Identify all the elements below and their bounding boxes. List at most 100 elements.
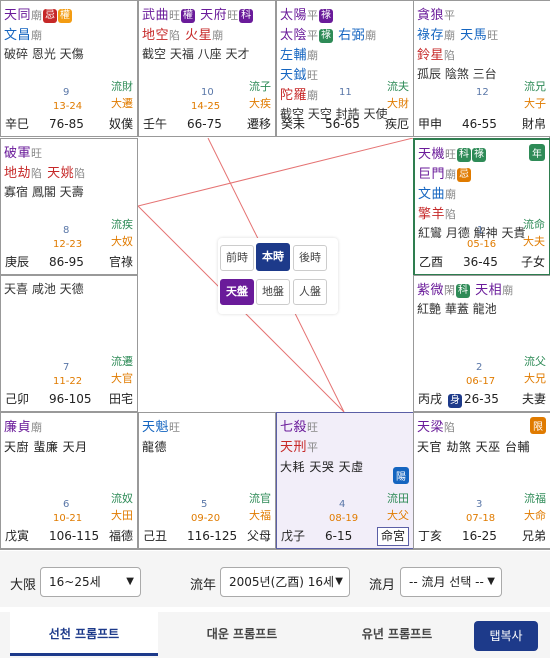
copy-tab-button[interactable]: 탭복사	[474, 621, 538, 651]
earth-board-button[interactable]: 地盤	[256, 279, 290, 305]
star-name: 天廚 蜚廉 天月	[4, 440, 88, 454]
palace-cell-sul[interactable]: 紫微閑科 天相廟 紅艷 華蓋 龍池 流父 大兄 2 06-17 丙戌身 26-35 夫妻	[413, 275, 550, 412]
palace-footer: 辛巳 76-85 奴僕	[5, 116, 133, 132]
palace-cell-myo[interactable]: 天喜 咸池 天德 流遷 大官 7 11-22 己卯 96-105 田宅	[0, 275, 138, 412]
palace-number: 6	[63, 499, 70, 510]
ganzhi: 戊子	[281, 529, 306, 543]
star-row: 巨門廟忌	[418, 163, 546, 183]
star-name: 地劫	[4, 166, 32, 181]
flow-labels: 流奴 大田	[111, 490, 133, 524]
palace-cell-ja[interactable]: 七殺旺 天刑平 大耗 天哭 天虛陽流田 大父 4 08-19 戊子 6-15 命宮	[276, 412, 414, 549]
palace-cell-o[interactable]: 武曲旺權 天府旺科地空陷 火星廟 截空 天福 八座 天才 流子 大疾 10 14-25 壬午…	[138, 0, 276, 137]
year-flow-label: 流夫	[387, 80, 409, 93]
palace-stars: 天魁旺 龍德	[142, 416, 272, 456]
star-name: 天梁	[417, 420, 445, 435]
palace-footer: 壬午 66-75 遷移	[143, 116, 271, 132]
month-select[interactable]: -- 流月 선택 -- ▼	[400, 567, 502, 597]
human-board-button[interactable]: 人盤	[293, 279, 327, 305]
palace-name: 福德	[108, 529, 133, 543]
next-time-button[interactable]: 後時	[293, 245, 327, 271]
palace-number: 7	[63, 362, 70, 373]
star-name: 天魁	[142, 420, 170, 435]
star-name: 龍德	[142, 440, 168, 454]
corner-badge: 陽	[393, 467, 409, 484]
prev-time-button[interactable]: 前時	[220, 245, 254, 271]
ganzhi: 戊寅	[5, 529, 30, 543]
this-time-button[interactable]: 本時	[256, 243, 290, 271]
year-flow-label: 流命	[523, 218, 545, 231]
minor-limit-ages: 13-24	[53, 101, 83, 112]
ganzhi: 癸未	[281, 117, 306, 131]
daehan-flow-label: 大田	[111, 509, 133, 522]
heaven-board-button[interactable]: 天盤	[220, 279, 254, 305]
star-name: 地空	[142, 28, 170, 43]
flow-labels: 流官 大福	[249, 490, 271, 524]
star-row: 廉貞廟	[4, 416, 134, 436]
daehan-flow-label: 大子	[524, 97, 546, 110]
star-row: 天機旺科祿	[418, 143, 546, 163]
daehan-flow-label: 大父	[387, 509, 409, 522]
daehan-select[interactable]: 16~25세 ▼	[40, 567, 141, 597]
star-strength: 旺	[445, 148, 457, 161]
palace-cell-jin[interactable]: 破軍旺 地劫陷 天姚陷 寡宿 鳳閣 天壽 流疾 大奴 8 12-23 庚辰 86-95 官祿	[0, 138, 138, 275]
star-row: 天魁旺	[142, 416, 272, 436]
star-row: 七殺旺	[280, 416, 410, 436]
flow-labels: 流福 大命	[524, 490, 546, 524]
daehan-ages: 86-95	[49, 255, 84, 269]
palace-cell-chuk[interactable]: 天魁旺 龍德 流官 大福 5 09-20 己丑 116-125 父母	[138, 412, 276, 549]
transform-badge: 科	[457, 148, 472, 162]
star-strength: 旺	[487, 29, 499, 42]
star-name: 紫微	[417, 283, 445, 298]
minor-stars: 紅艷 華蓋 龍池	[417, 302, 497, 316]
palace-number: 11	[339, 87, 352, 98]
palace-cell-yu[interactable]: 天機旺科祿巨門廟忌文曲廟 擎羊陷 紅鸞 月德 解神 天貴年流命 大夫 1 05-16 乙酉 3…	[413, 138, 550, 276]
star-name: 右弼	[338, 28, 366, 43]
ganzhi: 丙戌	[418, 392, 443, 406]
time-mode-panel: 前時 本時 後時 天盤 地盤 人盤	[218, 238, 338, 314]
star-name: 天同	[4, 8, 32, 23]
star-row: 紫微閑科 天相廟	[417, 279, 547, 299]
transform-badge: 祿	[472, 148, 487, 162]
star-name: 左輔	[280, 48, 308, 63]
tab-yearly-prompt[interactable]: 유년 프롬프트	[323, 612, 471, 656]
palace-cell-si[interactable]: 天同廟忌權文昌廟 破碎 恩光 天傷 流財 大遷 9 13-24 辛巳 76-85 奴僕	[0, 0, 138, 137]
palace-cell-hae[interactable]: 天梁陷 天官 劫煞 天巫 台輔限流福 大命 3 07-18 丁亥 16-25 兄弟	[413, 412, 550, 549]
star-row: 祿存廟 天馬旺	[417, 24, 547, 44]
year-select[interactable]: 2005년(乙酉) 16세 ▼	[220, 567, 350, 597]
star-row: 龍德	[142, 436, 272, 456]
palace-number: 10	[201, 87, 214, 98]
palace-cell-in[interactable]: 廉貞廟 天廚 蜚廉 天月 流奴 大田 6 10-21 戊寅 106-115 福德	[0, 412, 138, 549]
star-name: 七殺	[280, 420, 308, 435]
minor-stars: 截空 天福 八座 天才	[142, 47, 250, 61]
palace-name: 兄弟	[521, 529, 546, 543]
transform-badge: 忌	[43, 9, 58, 23]
tab-natal-prompt[interactable]: 선천 프롬프트	[10, 612, 158, 656]
star-name: 天鉞	[280, 68, 308, 83]
star-name: 天官 劫煞 天巫 台輔	[417, 440, 530, 454]
star-name: 天刑	[280, 440, 308, 455]
daehan-value: 16~25세	[49, 575, 101, 589]
palace-footer: 戊子 6-15 命宮	[281, 527, 409, 546]
star-strength: 陷	[31, 167, 43, 180]
ganzhi: 庚辰	[5, 255, 30, 269]
star-row: 左輔廟	[280, 44, 410, 64]
daehan-ages: 身 26-35	[448, 392, 499, 408]
star-strength: 閑	[444, 284, 456, 297]
star-name: 天相	[475, 283, 503, 298]
palace-stars: 天梁陷 天官 劫煞 天巫 台輔	[417, 416, 547, 456]
star-row: 大耗 天哭 天虛	[280, 456, 410, 476]
daehan-ages: 56-65	[325, 117, 360, 131]
star-strength: 廟	[444, 29, 456, 42]
palace-name: 財帛	[521, 117, 546, 131]
ganzhi: 辛巳	[5, 117, 30, 131]
star-name: 巨門	[418, 167, 446, 182]
tab-daewoon-prompt[interactable]: 대운 프롬프트	[168, 612, 316, 656]
star-name: 貪狼	[417, 8, 445, 23]
daehan-ages: 46-55	[462, 117, 497, 131]
minor-limit-ages: 08-19	[329, 513, 359, 524]
minor-stars: 破碎 恩光 天傷	[4, 47, 84, 61]
palace-cell-mi[interactable]: 太陽平祿太陰平祿 右弼廟 左輔廟 天鉞旺 陀羅廟 截空 天空 封誥 天使 流夫 大財 11 癸未…	[276, 0, 414, 137]
flow-labels: 流兄 大子	[524, 78, 546, 112]
star-strength: 旺	[307, 69, 319, 82]
palace-cell-sin[interactable]: 貪狼平 祿存廟 天馬旺 鈴星陷 孤辰 陰煞 三台 流兄 大子 12 甲申 46-55 財帛	[413, 0, 550, 137]
